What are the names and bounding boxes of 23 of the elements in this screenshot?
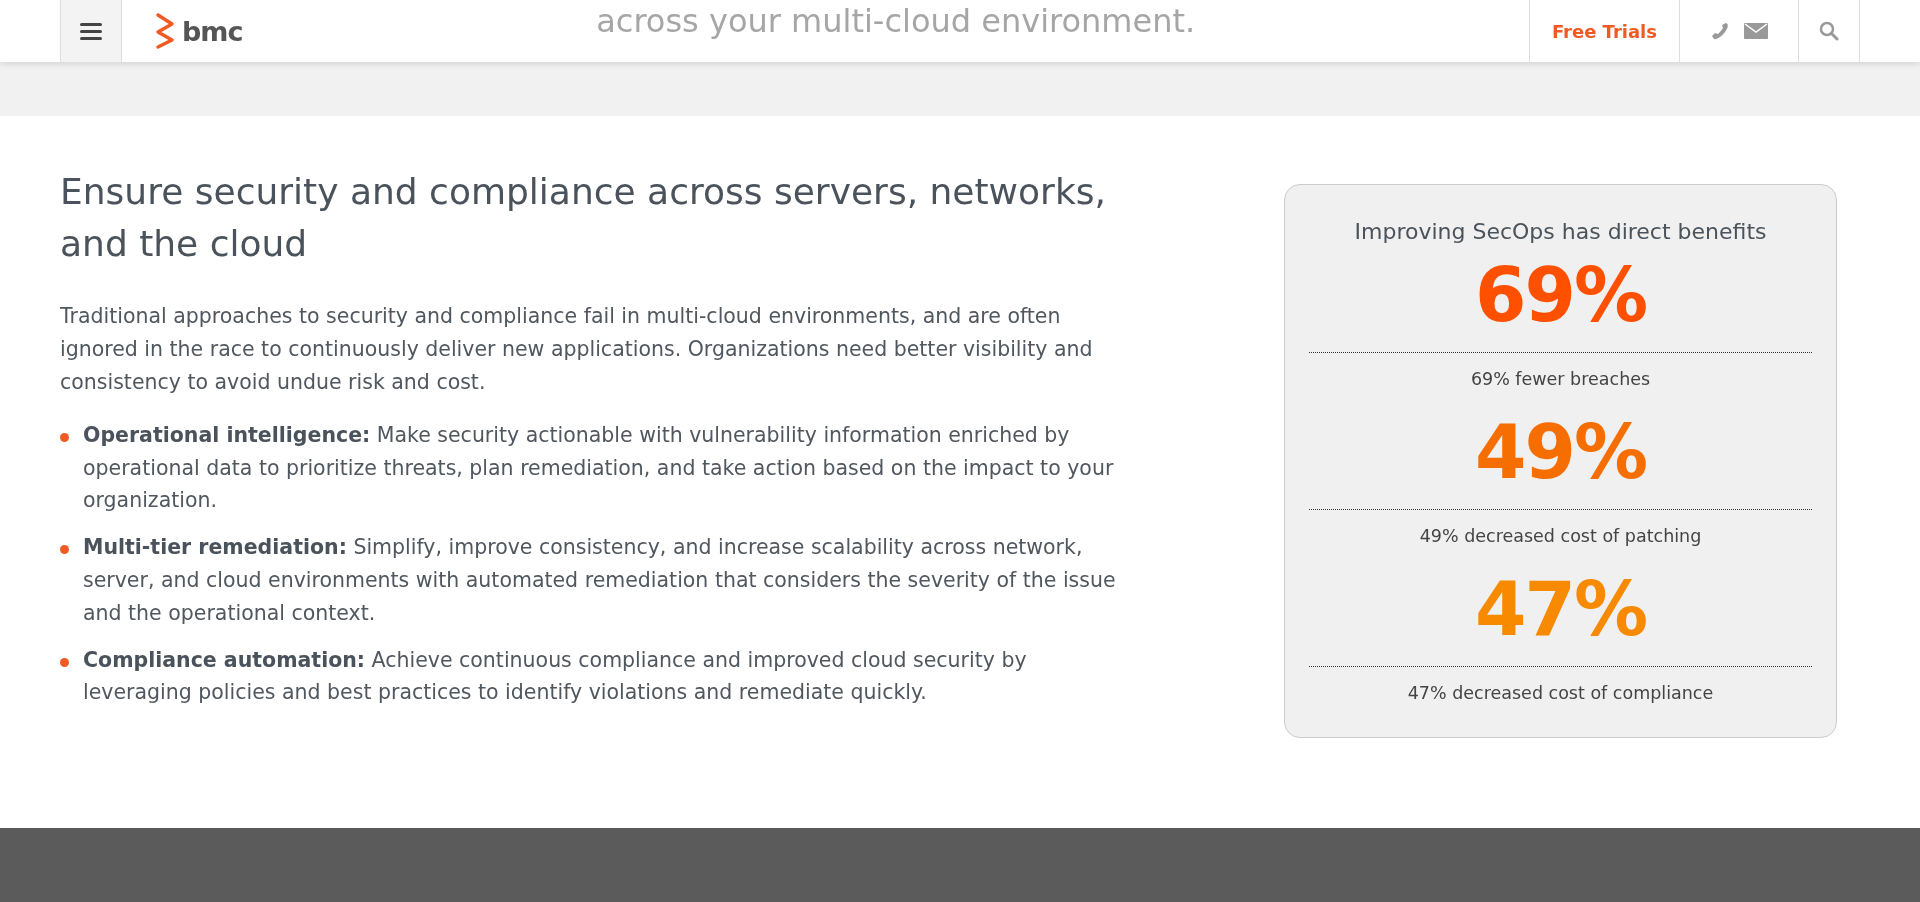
search-icon: [1819, 21, 1839, 41]
intro-paragraph: Traditional approaches to security and compliance fail in multi-cloud environments, and are often ignored in the race to continuously deliver new applications. Organizations need better visibility and consistency to avoid undue risk and cost.: [60, 303, 1094, 396]
stat-value: 69%: [1474, 258, 1647, 340]
search-button[interactable]: [1798, 0, 1860, 62]
bmc-logo[interactable]: bmc: [152, 0, 243, 62]
stat-caption: 49% decreased cost of patching: [1419, 525, 1702, 548]
bullet-text: Multi-tier remediation: Simplify, improve consistency, and increase scalability across network, server, and cloud environments with automated remediation that considers the severity of the issue and the operational context.: [83, 534, 1117, 627]
bullet-dot: [60, 432, 69, 442]
menu-icon: [80, 22, 102, 40]
menu-button[interactable]: [60, 0, 122, 62]
stat-value: 49%: [1474, 415, 1647, 497]
stat-value: 47%: [1474, 572, 1647, 654]
section-heading: Ensure security and compliance across servers, networks, and the cloud: [60, 170, 1107, 267]
bullet-text: Compliance automation: Achieve continuous compliance and improved cloud security by leveraging policies and best practices to identify violations and remediate quickly.: [83, 646, 1028, 707]
faded-banner-text: across your multi-cloud environment.: [596, 2, 1196, 40]
stat-caption: 47% decreased cost of compliance: [1407, 682, 1714, 705]
bullet-dot: [60, 657, 69, 667]
card-title: Improving SecOps has direct benefits: [1354, 219, 1767, 244]
mail-icon[interactable]: [1744, 23, 1768, 39]
bullet-dot: [60, 545, 69, 555]
phone-icon[interactable]: [1710, 21, 1730, 41]
stat-caption: 69% fewer breaches: [1470, 368, 1651, 391]
bullet-text: Operational intelligence: Make security actionable with vulnerability information enriched by operational data to prioritize threats, plan remediation, and take action based on the impact to your organization.: [83, 421, 1115, 515]
